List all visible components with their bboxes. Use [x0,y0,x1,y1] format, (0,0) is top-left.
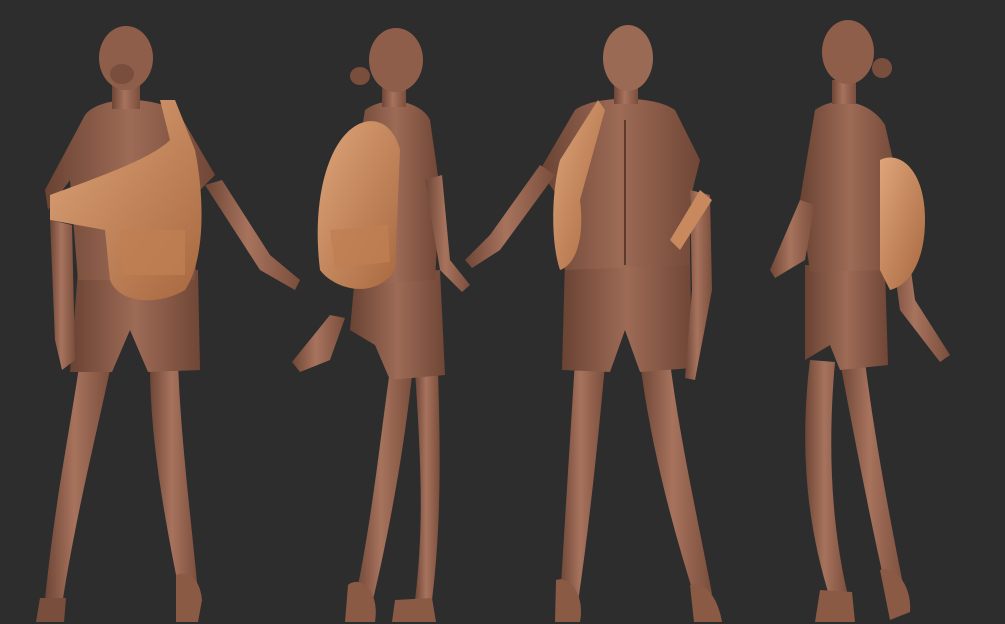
sculpt-render [36,20,950,622]
figure-side-left-view [292,28,470,622]
figure-front-view [465,25,722,622]
render-viewport [0,0,1005,624]
figure-back-view [36,26,300,622]
figure-side-right-view [770,20,950,622]
